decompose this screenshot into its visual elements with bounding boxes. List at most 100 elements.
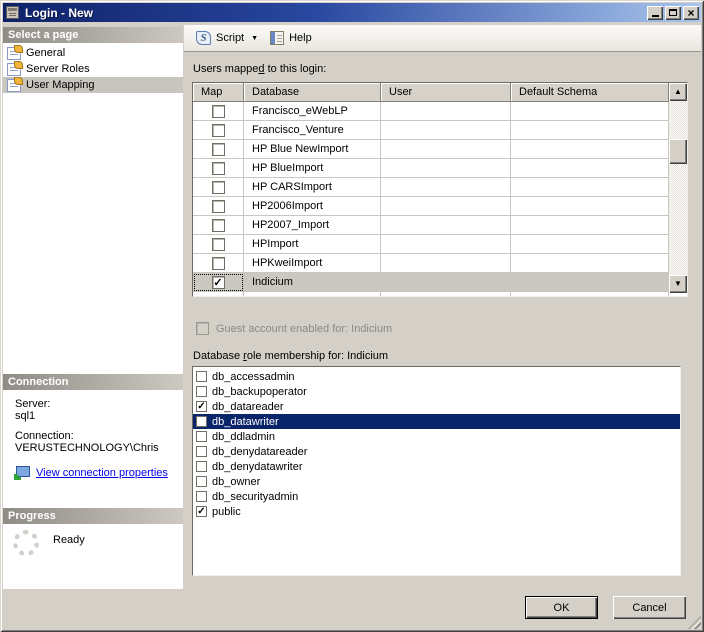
role-label: db_denydatawriter xyxy=(212,461,303,473)
minimize-button[interactable] xyxy=(647,6,663,20)
default-schema-cell[interactable] xyxy=(511,159,669,178)
user-cell[interactable] xyxy=(381,159,511,178)
user-cell[interactable] xyxy=(381,178,511,197)
user-cell[interactable] xyxy=(381,121,511,140)
table-row[interactable]: Francisco_eWebLP xyxy=(193,102,669,121)
map-checkbox[interactable] xyxy=(212,181,225,194)
column-header-default-schema[interactable]: Default Schema xyxy=(511,83,669,102)
default-schema-cell[interactable] xyxy=(511,121,669,140)
database-cell[interactable]: Francisco_Venture xyxy=(244,121,381,140)
role-item-db_backupoperator[interactable]: db_backupoperator xyxy=(193,384,680,399)
role-checkbox[interactable] xyxy=(196,461,207,472)
database-cell[interactable]: HP CARSImport xyxy=(244,178,381,197)
default-schema-cell[interactable] xyxy=(511,102,669,121)
user-cell[interactable] xyxy=(381,273,511,292)
role-checkbox[interactable] xyxy=(196,446,207,457)
cancel-button[interactable]: Cancel xyxy=(613,596,686,619)
close-button[interactable]: × xyxy=(683,6,699,20)
map-checkbox[interactable] xyxy=(212,105,225,118)
map-checkbox[interactable] xyxy=(212,200,225,213)
view-connection-properties-link[interactable]: View connection properties xyxy=(36,467,168,479)
database-cell[interactable]: Indicium xyxy=(244,273,381,292)
table-row[interactable]: HP Blue NewImport xyxy=(193,140,669,159)
map-cell: ✓ xyxy=(193,273,244,292)
role-item-db_datareader[interactable]: ✓db_datareader xyxy=(193,399,680,414)
role-label: db_datawriter xyxy=(212,416,279,428)
table-row[interactable]: HP BlueImport xyxy=(193,159,669,178)
role-checkbox[interactable] xyxy=(196,491,207,502)
default-schema-cell[interactable] xyxy=(511,273,669,292)
default-schema-cell[interactable] xyxy=(511,254,669,273)
default-schema-cell[interactable] xyxy=(511,140,669,159)
database-cell[interactable]: Francisco_eWebLP xyxy=(244,102,381,121)
database-cell[interactable]: HPKweiImport xyxy=(244,254,381,273)
role-item-db_ddladmin[interactable]: db_ddladmin xyxy=(193,429,680,444)
map-checkbox[interactable] xyxy=(212,219,225,232)
database-cell[interactable]: HP2007_Import xyxy=(244,216,381,235)
user-cell[interactable] xyxy=(381,235,511,254)
grid-vertical-scrollbar[interactable]: ▲ ▼ xyxy=(669,83,687,293)
sidebar-item-server-roles[interactable]: Server Roles xyxy=(3,61,183,77)
sidebar-item-general[interactable]: General xyxy=(3,45,183,61)
role-item-db_denydatareader[interactable]: db_denydatareader xyxy=(193,444,680,459)
role-item-db_accessadmin[interactable]: db_accessadmin xyxy=(193,369,680,384)
database-cell[interactable] xyxy=(244,292,381,296)
table-row[interactable]: Francisco_Venture xyxy=(193,121,669,140)
role-checkbox[interactable]: ✓ xyxy=(196,506,207,517)
role-checkbox[interactable] xyxy=(196,386,207,397)
sidebar-item-user-mapping[interactable]: User Mapping xyxy=(3,77,183,93)
map-checkbox[interactable] xyxy=(212,143,225,156)
column-header-user[interactable]: User xyxy=(381,83,511,102)
table-row[interactable]: HPKweiImport xyxy=(193,254,669,273)
scroll-down-icon[interactable]: ▼ xyxy=(669,275,687,293)
user-cell[interactable] xyxy=(381,102,511,121)
maximize-button[interactable] xyxy=(665,6,681,20)
role-checkbox[interactable] xyxy=(196,371,207,382)
role-item-db_denydatawriter[interactable]: db_denydatawriter xyxy=(193,459,680,474)
database-cell[interactable]: HPImport xyxy=(244,235,381,254)
table-row[interactable]: HPImport xyxy=(193,235,669,254)
column-header-database[interactable]: Database xyxy=(244,83,381,102)
role-item-db_owner[interactable]: db_owner xyxy=(193,474,680,489)
table-row-filler xyxy=(193,292,669,296)
map-cell xyxy=(193,159,244,178)
database-cell[interactable]: HP Blue NewImport xyxy=(244,140,381,159)
ok-button[interactable]: OK xyxy=(525,596,598,619)
resize-grip[interactable] xyxy=(688,616,701,629)
column-header-map[interactable]: Map xyxy=(193,83,244,102)
role-checkbox[interactable]: ✓ xyxy=(196,401,207,412)
guest-account-row: Guest account enabled for: Indicium xyxy=(196,322,392,335)
table-row[interactable]: HP CARSImport xyxy=(193,178,669,197)
user-cell[interactable] xyxy=(381,254,511,273)
default-schema-cell[interactable] xyxy=(511,216,669,235)
map-checkbox[interactable] xyxy=(212,124,225,137)
map-checkbox[interactable] xyxy=(212,257,225,270)
role-item-public[interactable]: ✓public xyxy=(193,504,680,519)
map-checkbox[interactable] xyxy=(212,238,225,251)
role-item-db_datawriter[interactable]: ✓ db_datawriter xyxy=(193,414,680,429)
database-cell[interactable]: HP BlueImport xyxy=(244,159,381,178)
role-checkbox[interactable] xyxy=(196,431,207,442)
role-checkbox[interactable]: ✓ xyxy=(196,416,207,427)
chevron-down-icon[interactable]: ▼ xyxy=(251,35,258,42)
table-row[interactable]: HP2007_Import xyxy=(193,216,669,235)
user-cell[interactable] xyxy=(381,197,511,216)
role-item-db_securityadmin[interactable]: db_securityadmin xyxy=(193,489,680,504)
table-row[interactable]: ✓ Indicium xyxy=(193,273,669,292)
help-button[interactable]: Help xyxy=(266,29,316,47)
user-cell[interactable] xyxy=(381,140,511,159)
user-cell[interactable] xyxy=(381,292,511,296)
default-schema-cell[interactable] xyxy=(511,292,669,296)
script-button[interactable]: S Script ▼ xyxy=(192,29,262,47)
role-checkbox[interactable] xyxy=(196,476,207,487)
default-schema-cell[interactable] xyxy=(511,235,669,254)
map-checkbox[interactable] xyxy=(212,162,225,175)
default-schema-cell[interactable] xyxy=(511,178,669,197)
scrollbar-thumb[interactable] xyxy=(669,139,687,164)
database-cell[interactable]: HP2006Import xyxy=(244,197,381,216)
user-cell[interactable] xyxy=(381,216,511,235)
default-schema-cell[interactable] xyxy=(511,197,669,216)
scroll-up-icon[interactable]: ▲ xyxy=(669,83,687,101)
map-checkbox[interactable]: ✓ xyxy=(212,276,225,289)
table-row[interactable]: HP2006Import xyxy=(193,197,669,216)
